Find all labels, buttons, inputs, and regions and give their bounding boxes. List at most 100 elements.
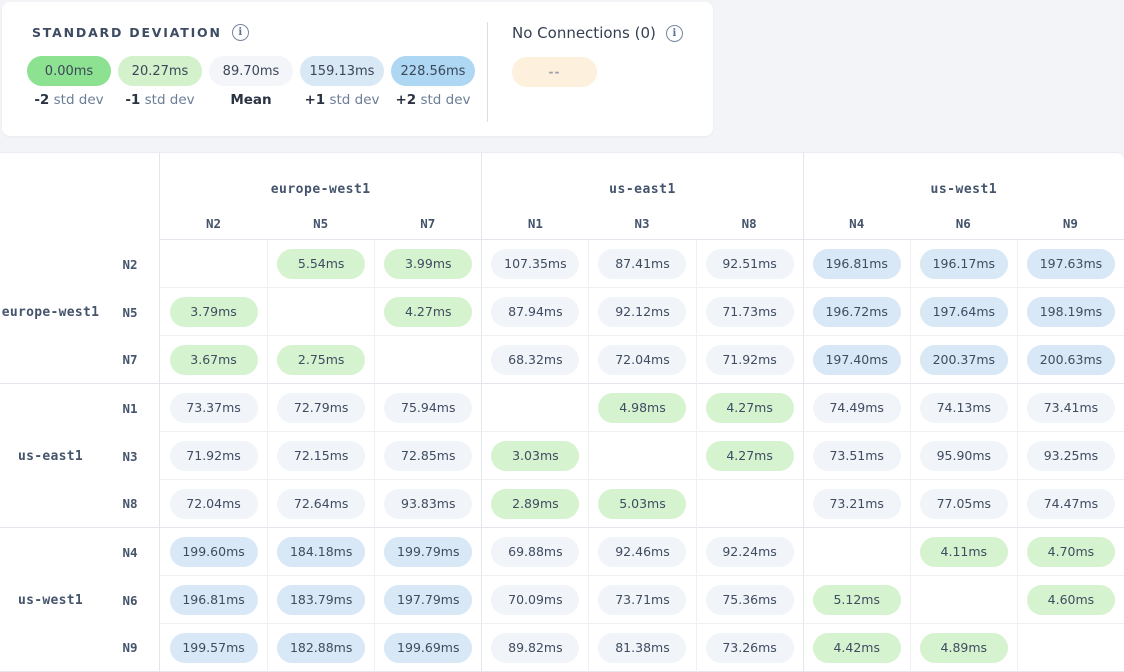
- latency-cell-pill[interactable]: 197.63ms: [1027, 249, 1115, 279]
- latency-cell-pill[interactable]: 198.19ms: [1027, 297, 1115, 327]
- latency-cell-pill[interactable]: 4.11ms: [920, 537, 1008, 567]
- latency-cell-pill[interactable]: 75.94ms: [384, 393, 472, 423]
- latency-cell-pill[interactable]: 4.27ms: [706, 441, 794, 471]
- latency-cell-pill[interactable]: 3.67ms: [170, 345, 258, 375]
- latency-cell: 69.88ms: [481, 528, 588, 576]
- latency-cell: 93.83ms: [374, 480, 481, 528]
- latency-cell-pill[interactable]: 2.75ms: [277, 345, 365, 375]
- latency-cell-pill[interactable]: 196.81ms: [813, 249, 901, 279]
- latency-cell-pill[interactable]: 95.90ms: [920, 441, 1008, 471]
- latency-cell: 182.88ms: [267, 624, 374, 672]
- latency-cell-pill[interactable]: 87.94ms: [491, 297, 579, 327]
- latency-cell: 4.27ms: [696, 384, 803, 432]
- latency-cell-pill[interactable]: 200.63ms: [1027, 345, 1115, 375]
- latency-cell-pill[interactable]: 196.72ms: [813, 297, 901, 327]
- latency-cell-pill[interactable]: 73.71ms: [598, 585, 686, 615]
- row-node-label: N6: [101, 593, 159, 608]
- latency-cell: 107.35ms: [481, 240, 588, 288]
- info-icon[interactable]: i: [232, 24, 249, 41]
- latency-cell-pill[interactable]: 69.88ms: [491, 537, 579, 567]
- latency-cell-pill[interactable]: 74.49ms: [813, 393, 901, 423]
- latency-cell-pill[interactable]: 73.37ms: [170, 393, 258, 423]
- latency-cell-pill[interactable]: 199.57ms: [170, 633, 258, 663]
- info-icon[interactable]: i: [666, 25, 683, 42]
- latency-cell-pill[interactable]: 93.83ms: [384, 489, 472, 519]
- latency-cell-pill[interactable]: 197.40ms: [813, 345, 901, 375]
- latency-cell-pill[interactable]: 68.32ms: [491, 345, 579, 375]
- latency-cell: 4.60ms: [1017, 576, 1124, 624]
- latency-cell: 199.60ms: [160, 528, 267, 576]
- latency-cell-pill[interactable]: 5.12ms: [813, 585, 901, 615]
- row-region-label: europe-west1: [0, 305, 101, 320]
- latency-cell: 73.26ms: [696, 624, 803, 672]
- latency-cell-pill[interactable]: 196.17ms: [920, 249, 1008, 279]
- latency-cell-pill[interactable]: 74.47ms: [1027, 489, 1115, 519]
- latency-cell-pill[interactable]: 72.04ms: [598, 345, 686, 375]
- latency-cell-pill[interactable]: 73.26ms: [706, 633, 794, 663]
- latency-cell-pill[interactable]: 4.60ms: [1027, 585, 1115, 615]
- latency-cell: 200.37ms: [910, 336, 1017, 384]
- latency-cell: 87.94ms: [481, 288, 588, 336]
- latency-cell-pill[interactable]: 3.03ms: [491, 441, 579, 471]
- latency-cell-pill[interactable]: 197.64ms: [920, 297, 1008, 327]
- latency-cell-pill[interactable]: 199.79ms: [384, 537, 472, 567]
- latency-cell-pill[interactable]: 4.89ms: [920, 633, 1008, 663]
- latency-cell-pill[interactable]: 107.35ms: [491, 249, 579, 279]
- latency-cell-pill[interactable]: 72.64ms: [277, 489, 365, 519]
- latency-cell: 196.17ms: [910, 240, 1017, 288]
- latency-cell: 4.42ms: [803, 624, 910, 672]
- latency-cell-pill[interactable]: 72.79ms: [277, 393, 365, 423]
- latency-cell-pill[interactable]: 73.41ms: [1027, 393, 1115, 423]
- latency-cell-pill[interactable]: 75.36ms: [706, 585, 794, 615]
- latency-cell-pill[interactable]: 183.79ms: [277, 585, 365, 615]
- latency-cell-pill[interactable]: 73.21ms: [813, 489, 901, 519]
- std-label-row: -2 std dev-1 std devMean+1 std dev+2 std…: [27, 92, 475, 108]
- latency-cell-pill[interactable]: 93.25ms: [1027, 441, 1115, 471]
- latency-cell-pill[interactable]: 92.24ms: [706, 537, 794, 567]
- row-region-label: us-east1: [0, 449, 101, 464]
- latency-cell: 77.05ms: [910, 480, 1017, 528]
- latency-cell-pill[interactable]: 92.46ms: [598, 537, 686, 567]
- latency-cell-pill[interactable]: 4.98ms: [598, 393, 686, 423]
- latency-cell-pill[interactable]: 5.03ms: [598, 489, 686, 519]
- latency-cell-pill[interactable]: 182.88ms: [277, 633, 365, 663]
- latency-cell-pill[interactable]: 92.12ms: [598, 297, 686, 327]
- latency-cell-pill[interactable]: 197.79ms: [384, 585, 472, 615]
- std-legend-label: Mean: [209, 92, 293, 108]
- latency-cell-pill[interactable]: 73.51ms: [813, 441, 901, 471]
- latency-cell: [267, 288, 374, 336]
- latency-cell-pill[interactable]: 70.09ms: [491, 585, 579, 615]
- latency-cell-pill[interactable]: 74.13ms: [920, 393, 1008, 423]
- latency-cell-pill[interactable]: 87.41ms: [598, 249, 686, 279]
- latency-cell-pill[interactable]: 2.89ms: [491, 489, 579, 519]
- latency-cell-pill[interactable]: 71.73ms: [706, 297, 794, 327]
- latency-cell-pill[interactable]: 200.37ms: [920, 345, 1008, 375]
- latency-cell-pill[interactable]: 3.99ms: [384, 249, 472, 279]
- latency-cell-pill[interactable]: 71.92ms: [706, 345, 794, 375]
- latency-cell-pill[interactable]: 81.38ms: [598, 633, 686, 663]
- latency-cell-pill[interactable]: 71.92ms: [170, 441, 258, 471]
- latency-cell-pill[interactable]: 184.18ms: [277, 537, 365, 567]
- latency-cell-pill[interactable]: 199.60ms: [170, 537, 258, 567]
- latency-cell-pill[interactable]: 92.51ms: [706, 249, 794, 279]
- latency-cell-pill[interactable]: 72.15ms: [277, 441, 365, 471]
- latency-cell-pill[interactable]: 3.79ms: [170, 297, 258, 327]
- latency-cell-pill[interactable]: 4.70ms: [1027, 537, 1115, 567]
- latency-cell-pill[interactable]: 4.27ms: [706, 393, 794, 423]
- latency-cell-pill[interactable]: 77.05ms: [920, 489, 1008, 519]
- column-region-header: us-west1: [803, 153, 1124, 208]
- latency-cell: 197.63ms: [1017, 240, 1124, 288]
- latency-cell-pill[interactable]: 89.82ms: [491, 633, 579, 663]
- latency-cell-pill[interactable]: 72.04ms: [170, 489, 258, 519]
- latency-cell: 71.92ms: [160, 432, 267, 480]
- latency-cell-pill[interactable]: 196.81ms: [170, 585, 258, 615]
- latency-cell: 3.79ms: [160, 288, 267, 336]
- latency-cell-pill[interactable]: 5.54ms: [277, 249, 365, 279]
- latency-cell-pill[interactable]: 72.85ms: [384, 441, 472, 471]
- std-pill-row: 0.00ms20.27ms89.70ms159.13ms228.56ms: [27, 56, 475, 86]
- latency-cell-pill[interactable]: 4.42ms: [813, 633, 901, 663]
- latency-cell-pill[interactable]: 199.69ms: [384, 633, 472, 663]
- std-legend-pill: 0.00ms: [27, 56, 111, 86]
- row-label: us-west1N6: [0, 576, 160, 624]
- latency-cell-pill[interactable]: 4.27ms: [384, 297, 472, 327]
